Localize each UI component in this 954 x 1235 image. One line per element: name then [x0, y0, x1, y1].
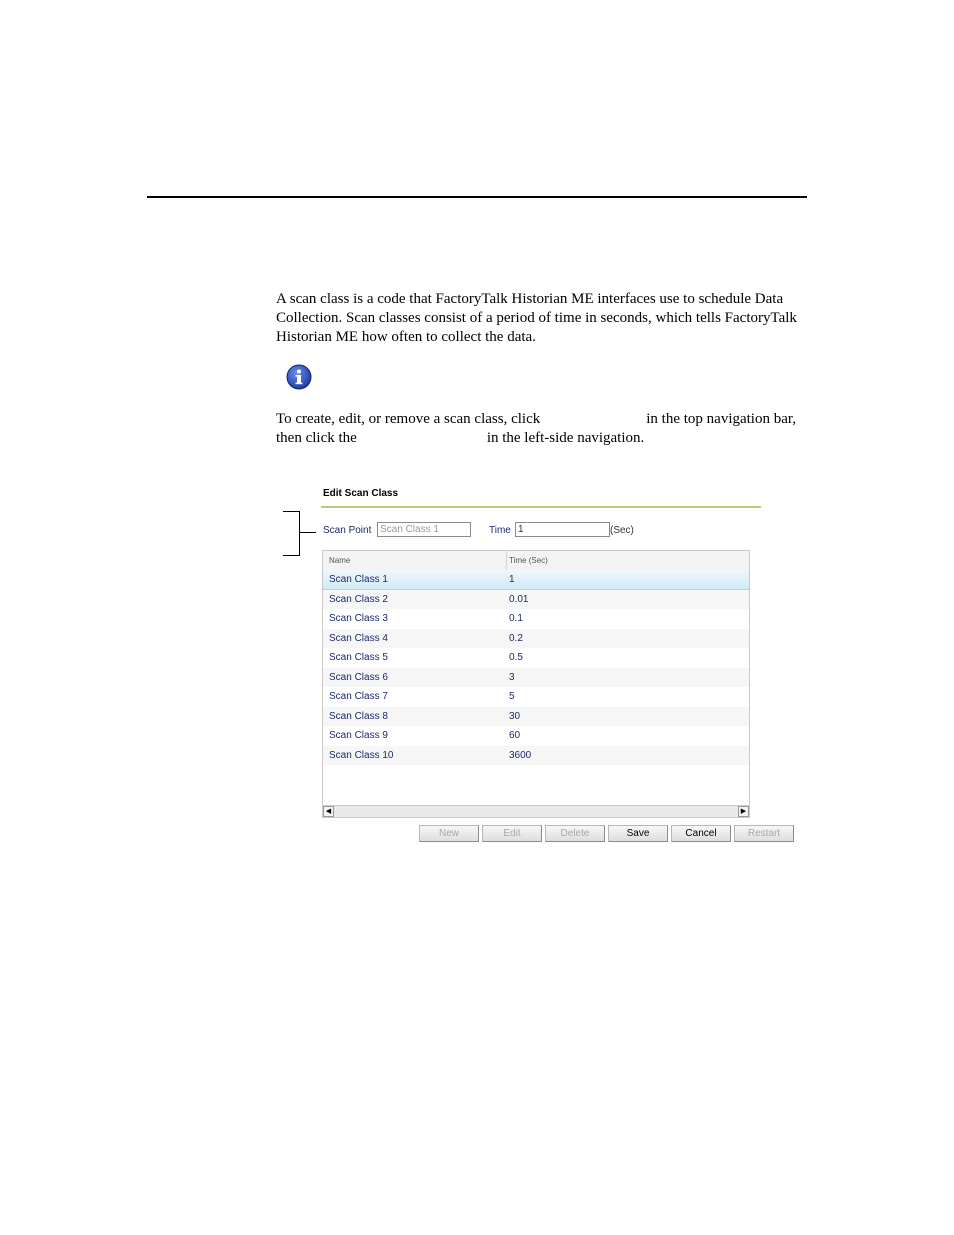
cell-time: 5 — [509, 691, 515, 702]
table-row[interactable]: Scan Class 8 30 — [323, 706, 749, 726]
header-rule — [147, 196, 807, 198]
cell-time: 3 — [509, 671, 515, 683]
save-button[interactable]: Save — [608, 825, 668, 842]
cell-time: 30 — [509, 710, 521, 722]
scroll-left-icon[interactable]: ◀ — [323, 806, 334, 817]
cell-time: 0.5 — [509, 652, 523, 663]
instruction-paragraph: To create, edit, or remove a scan class,… — [276, 410, 816, 448]
cell-name: Scan Class 7 — [329, 691, 388, 702]
cell-name: Scan Class 9 — [329, 730, 388, 741]
cell-name: Scan Class 5 — [329, 652, 388, 663]
cell-name: Scan Class 10 — [329, 749, 394, 761]
delete-button[interactable]: Delete — [545, 825, 605, 842]
info-icon — [286, 364, 312, 390]
cell-name: Scan Class 8 — [329, 710, 388, 722]
cell-time: 60 — [509, 730, 521, 741]
cell-time: 0.2 — [509, 632, 523, 644]
cell-name: Scan Class 2 — [329, 593, 388, 605]
callout-bracket — [283, 511, 300, 556]
column-header-time[interactable]: Time (Sec) — [509, 556, 548, 565]
new-button[interactable]: New — [419, 825, 479, 842]
scan-point-input[interactable]: Scan Class 1 — [377, 522, 471, 537]
intro-paragraph: A scan class is a code that FactoryTalk … — [276, 291, 797, 345]
time-label: Time — [489, 525, 511, 536]
cell-name: Scan Class 1 — [329, 574, 388, 585]
table-header: Name Time (Sec) — [323, 551, 749, 571]
time-input[interactable]: 1 — [515, 522, 610, 537]
table-row[interactable]: Scan Class 3 0.1 — [323, 609, 749, 629]
horizontal-scrollbar[interactable]: ◀ ▶ — [323, 805, 749, 817]
cell-time: 0.01 — [509, 593, 529, 605]
cell-name: Scan Class 4 — [329, 632, 388, 644]
restart-button[interactable]: Restart — [734, 825, 794, 842]
table-row[interactable]: Scan Class 4 0.2 — [323, 628, 749, 648]
title-underline — [321, 506, 761, 508]
cell-time: 1 — [509, 574, 515, 585]
table-row[interactable]: Scan Class 7 5 — [323, 687, 749, 707]
panel-title: Edit Scan Class — [323, 488, 399, 499]
table-row[interactable]: Scan Class 1 1 — [323, 570, 749, 590]
scan-point-label: Scan Point — [323, 525, 372, 536]
column-divider — [506, 551, 507, 570]
callout-leader — [299, 532, 316, 533]
cell-name: Scan Class 3 — [329, 613, 388, 624]
table-row[interactable]: Scan Class 5 0.5 — [323, 648, 749, 668]
edit-button[interactable]: Edit — [482, 825, 542, 842]
cell-time: 0.1 — [509, 613, 523, 624]
scan-class-table: Name Time (Sec) Scan Class 1 1 Scan Class … — [322, 550, 750, 818]
time-unit-label: (Sec) — [610, 525, 634, 536]
table-row[interactable]: Scan Class 2 0.01 — [323, 589, 749, 609]
instruction-part-1: To create, edit, or remove a scan class,… — [276, 411, 541, 427]
cancel-button[interactable]: Cancel — [671, 825, 731, 842]
table-row[interactable]: Scan Class 10 3600 — [323, 745, 749, 765]
table-row[interactable]: Scan Class 6 3 — [323, 667, 749, 687]
table-row[interactable]: Scan Class 9 60 — [323, 726, 749, 746]
column-header-name[interactable]: Name — [329, 556, 350, 565]
scroll-right-icon[interactable]: ▶ — [738, 806, 749, 817]
cell-time: 3600 — [509, 749, 532, 761]
instruction-part-3: in the left-side navigation. — [486, 430, 645, 446]
cell-name: Scan Class 6 — [329, 671, 388, 683]
